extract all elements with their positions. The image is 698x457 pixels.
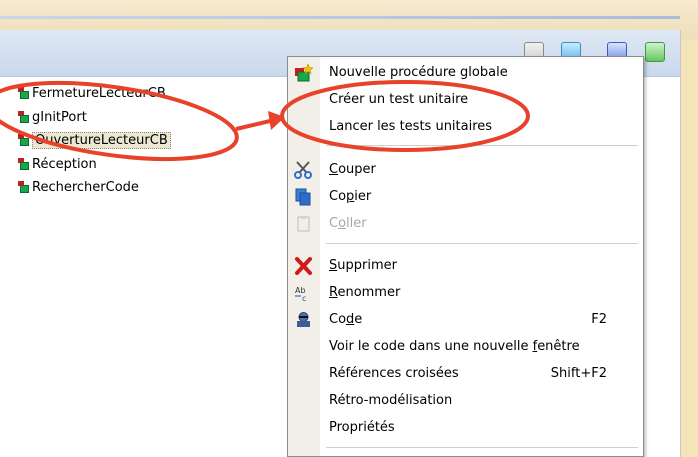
annotation-overlay — [0, 80, 530, 161]
annotation-ellipse-left — [0, 81, 239, 161]
annotation-ellipse-right — [280, 80, 530, 152]
annotation-arrow — [235, 119, 271, 131]
